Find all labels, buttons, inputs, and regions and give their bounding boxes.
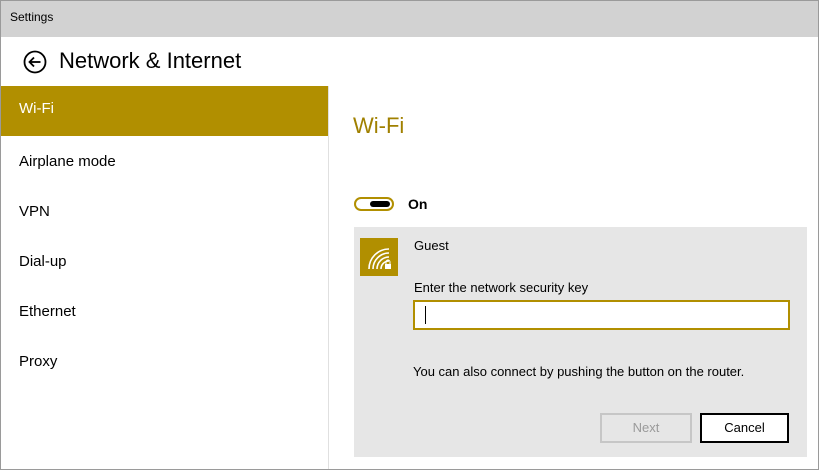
settings-window: Settings Network & Internet Wi-Fi Airpla… <box>0 0 819 470</box>
wifi-toggle[interactable] <box>354 197 394 211</box>
wifi-secured-icon <box>368 248 391 270</box>
sidebar-item-label: VPN <box>19 203 50 220</box>
sidebar-item-airplane-mode[interactable]: Airplane mode <box>1 136 328 186</box>
sidebar-item-label: Airplane mode <box>19 153 116 170</box>
page-title: Network & Internet <box>59 48 242 73</box>
back-arrow-icon <box>23 50 47 74</box>
toggle-state-label: On <box>408 196 428 212</box>
network-tile <box>360 238 398 276</box>
sidebar-item-label: Dial-up <box>19 253 67 270</box>
next-button[interactable]: Next <box>600 413 692 443</box>
section-title: Wi-Fi <box>353 113 405 138</box>
main-content: Wi-Fi On Guest Enter the network securit… <box>329 86 818 469</box>
page-header: Network & Internet <box>1 38 818 85</box>
sidebar-item-label: Proxy <box>19 353 58 370</box>
sidebar-item-ethernet[interactable]: Ethernet <box>1 286 328 336</box>
sidebar-item-proxy[interactable]: Proxy <box>1 336 328 386</box>
window-title: Settings <box>10 10 54 24</box>
sidebar-item-dial-up[interactable]: Dial-up <box>1 236 328 286</box>
text-cursor <box>425 306 426 324</box>
network-name: Guest <box>414 238 449 253</box>
security-key-label: Enter the network security key <box>414 280 589 295</box>
toggle-knob <box>370 201 390 207</box>
cancel-button[interactable]: Cancel <box>700 413 789 443</box>
sidebar: Wi-Fi Airplane mode VPN Dial-up Ethernet… <box>1 86 329 469</box>
sidebar-item-label: Ethernet <box>19 303 76 320</box>
title-bar: Settings <box>1 1 818 37</box>
back-button[interactable] <box>23 50 47 74</box>
sidebar-item-wifi[interactable]: Wi-Fi <box>1 86 328 136</box>
security-key-input[interactable] <box>413 300 790 330</box>
sidebar-item-vpn[interactable]: VPN <box>1 186 328 236</box>
sidebar-item-label: Wi-Fi <box>19 100 54 117</box>
network-connect-panel: Guest Enter the network security key You… <box>354 227 807 457</box>
router-hint-text: You can also connect by pushing the butt… <box>413 364 745 379</box>
